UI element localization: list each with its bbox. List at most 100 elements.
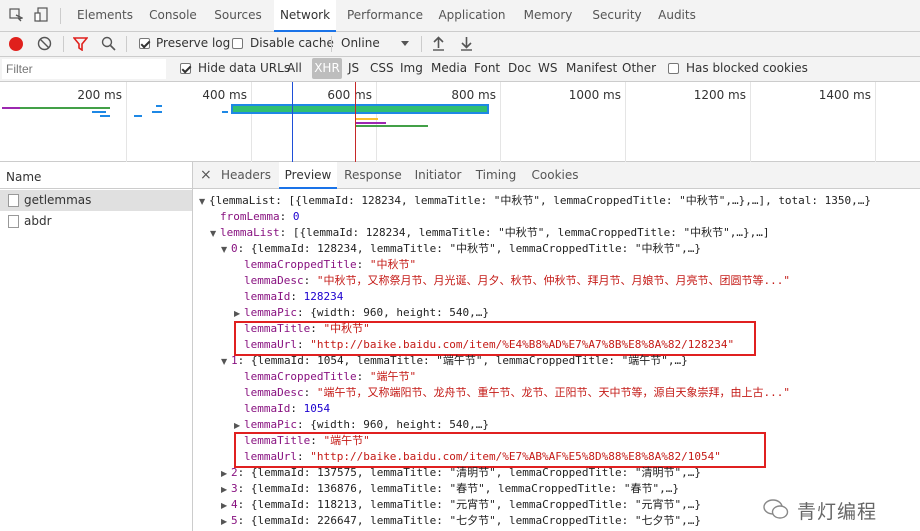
tab-timing[interactable]: Timing <box>471 162 521 189</box>
watermark: 青灯编程 <box>759 494 917 526</box>
timeline-overview[interactable]: 200 ms 400 ms 600 ms 800 ms 1000 ms 1200… <box>0 82 920 162</box>
tab-memory[interactable]: Memory <box>518 0 578 31</box>
json-row[interactable]: ▶ 4: {lemmaId: 118213, lemmaTitle: "元宵节",… <box>221 497 701 513</box>
export-har-icon[interactable] <box>460 36 473 51</box>
type-media[interactable]: Media <box>431 61 467 75</box>
type-ws[interactable]: WS <box>538 61 557 75</box>
tab-performance[interactable]: Performance <box>344 0 426 31</box>
record-icon[interactable] <box>9 37 23 51</box>
filter-input[interactable] <box>2 59 166 79</box>
devtools-tabbar: Elements Console Sources Network Perform… <box>0 0 920 32</box>
type-manifest[interactable]: Manifest <box>566 61 617 75</box>
json-row[interactable]: ▶ lemmaPic: {width: 960, height: 540,…} <box>234 305 489 321</box>
has-blocked-cookies-checkbox[interactable] <box>668 63 679 74</box>
close-icon[interactable]: × <box>200 167 212 183</box>
tab-sources[interactable]: Sources <box>210 0 266 31</box>
watermark-text: 青灯编程 <box>797 501 878 523</box>
file-icon <box>8 215 19 228</box>
timeline-bar <box>20 107 110 109</box>
tick-label: 1200 ms <box>693 88 746 102</box>
tab-elements[interactable]: Elements <box>72 0 138 31</box>
detail-tabbar: × Headers Preview Response Initiator Tim… <box>193 162 920 189</box>
request-detail: × Headers Preview Response Initiator Tim… <box>193 162 920 531</box>
inspect-icon[interactable] <box>9 8 24 22</box>
tick-label: 1000 ms <box>568 88 621 102</box>
tick-label: 800 ms <box>451 88 496 102</box>
chevron-down-icon[interactable] <box>401 41 409 46</box>
json-row: lemmaId: 128234 <box>244 290 344 303</box>
disable-cache-checkbox[interactable] <box>232 38 243 49</box>
json-row[interactable]: ▼ lemmaList: [{lemmaId: 128234, lemmaTitl… <box>210 225 769 241</box>
tab-preview[interactable]: Preview <box>279 162 337 189</box>
throttling-select[interactable]: Online <box>341 36 380 50</box>
timeline-bar <box>156 105 162 107</box>
json-row[interactable]: ▼ 1: {lemmaId: 1054, lemmaTitle: "端午节", l… <box>221 353 688 369</box>
timeline-bar <box>152 111 162 113</box>
tab-initiator[interactable]: Initiator <box>409 162 467 189</box>
filter-icon[interactable] <box>72 37 89 52</box>
timeline-bar <box>100 115 110 117</box>
hide-data-urls-checkbox[interactable] <box>180 63 191 74</box>
timeline-bar <box>356 125 428 127</box>
type-all[interactable]: All <box>287 61 302 75</box>
timeline-bar <box>134 115 142 117</box>
name-column-header[interactable]: Name <box>0 162 192 189</box>
timeline-bar <box>222 111 228 113</box>
tick-label: 1400 ms <box>818 88 871 102</box>
json-row: lemmaId: 1054 <box>244 402 331 415</box>
tab-cookies[interactable]: Cookies <box>525 162 585 189</box>
type-other[interactable]: Other <box>622 61 656 75</box>
json-row: lemmaDesc: "端午节，又称端阳节、龙舟节、重午节、龙节、正阳节、天中节… <box>244 386 790 399</box>
has-blocked-cookies-label: Has blocked cookies <box>686 61 808 75</box>
request-name: getlemmas <box>24 193 92 207</box>
tick-label: 600 ms <box>327 88 372 102</box>
tab-security[interactable]: Security <box>586 0 648 31</box>
search-icon[interactable] <box>101 36 116 51</box>
timeline-bar <box>92 111 106 113</box>
preserve-log-checkbox[interactable] <box>139 38 150 49</box>
type-css[interactable]: CSS <box>370 61 394 75</box>
json-row[interactable]: ▶ lemmaPic: {width: 960, height: 540,…} <box>234 417 489 433</box>
clear-icon[interactable] <box>37 36 52 51</box>
request-row-abdr[interactable]: abdr <box>0 211 192 232</box>
dom-content-loaded-marker <box>292 82 293 162</box>
timeline-bar <box>2 107 20 109</box>
tab-application[interactable]: Application <box>434 0 510 31</box>
json-row: fromLemma: 0 <box>220 210 300 223</box>
wechat-icon <box>763 498 789 520</box>
file-icon <box>8 194 19 207</box>
highlight-box <box>234 432 766 468</box>
tab-headers[interactable]: Headers <box>217 162 275 189</box>
import-har-icon[interactable] <box>432 36 445 51</box>
tick-label: 200 ms <box>77 88 122 102</box>
tab-response[interactable]: Response <box>341 162 405 189</box>
load-marker <box>355 82 356 162</box>
timeline-bar <box>233 106 487 112</box>
type-font[interactable]: Font <box>474 61 500 75</box>
json-row[interactable]: ▶ 2: {lemmaId: 137575, lemmaTitle: "清明节",… <box>221 465 701 481</box>
json-row[interactable]: ▶ 5: {lemmaId: 226647, lemmaTitle: "七夕节",… <box>221 513 701 529</box>
type-img[interactable]: Img <box>400 61 423 75</box>
tick-label: 400 ms <box>202 88 247 102</box>
filter-bar: Hide data URLs All XHR JS CSS Img Media … <box>0 57 920 82</box>
disable-cache-label: Disable cache <box>250 36 334 50</box>
json-row[interactable]: ▼ 0: {lemmaId: 128234, lemmaTitle: "中秋节",… <box>221 241 701 257</box>
timeline-bar <box>356 122 386 124</box>
json-row[interactable]: ▶ 3: {lemmaId: 136876, lemmaTitle: "春节", … <box>221 481 679 497</box>
network-toolbar: Preserve log Disable cache Online <box>0 32 920 57</box>
json-row: lemmaCroppedTitle: "端午节" <box>244 370 417 383</box>
tab-console[interactable]: Console <box>144 0 202 31</box>
type-xhr[interactable]: XHR <box>312 58 342 79</box>
type-doc[interactable]: Doc <box>508 61 531 75</box>
request-row-getlemmas[interactable]: getlemmas <box>0 190 192 211</box>
json-preview: ▼ {lemmaList: [{lemmaId: 128234, lemmaTit… <box>193 189 920 531</box>
json-row: lemmaCroppedTitle: "中秋节" <box>244 258 417 271</box>
device-toggle-icon[interactable] <box>34 7 50 23</box>
json-root[interactable]: ▼ {lemmaList: [{lemmaId: 128234, lemmaTit… <box>199 193 871 209</box>
timeline-bar <box>356 118 378 120</box>
tab-audits[interactable]: Audits <box>654 0 700 31</box>
preserve-log-label: Preserve log <box>156 36 231 50</box>
request-name: abdr <box>24 214 52 228</box>
tab-network[interactable]: Network <box>274 0 336 32</box>
type-js[interactable]: JS <box>348 61 359 75</box>
